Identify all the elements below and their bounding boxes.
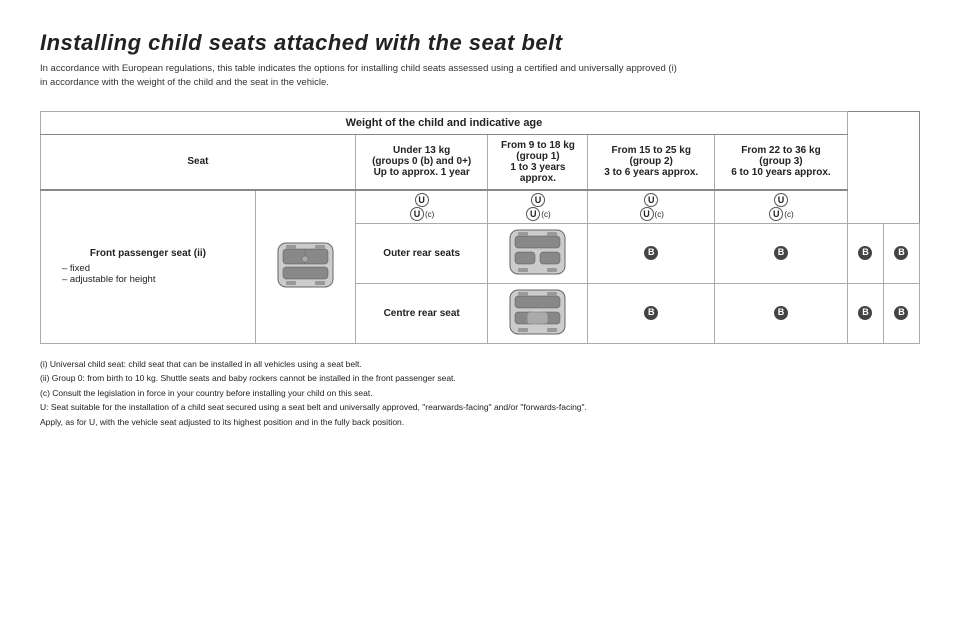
footnote-item: Apply, as for U, with the vehicle seat a… [40, 416, 920, 430]
col-header-4: From 22 to 36 kg (group 3) 6 to 10 years… [714, 134, 847, 190]
data-cell-2-1: B [714, 283, 847, 343]
data-cell-0-0: UU(c) [355, 190, 488, 224]
footnotes-section: (i) Universal child seat: child seat tha… [40, 358, 920, 430]
data-cell-1-1: B [714, 223, 847, 283]
car-image [488, 283, 588, 343]
footnote-item: (c) Consult the legislation in force in … [40, 387, 920, 401]
col-header-2: From 9 to 18 kg (group 1) 1 to 3 years a… [488, 134, 588, 190]
data-cell-2-0: B [588, 283, 715, 343]
footnote-item: (i) Universal child seat: child seat tha… [40, 358, 920, 372]
footnote-item: U: Seat suitable for the installation of… [40, 401, 920, 415]
data-cell-1-2: B [847, 223, 883, 283]
data-cell-2-3: B [883, 283, 919, 343]
car-image [488, 223, 588, 283]
seat-section-label: Front passenger seat (ii) – fixed – adju… [41, 190, 256, 344]
data-cell-1-3: B [883, 223, 919, 283]
child-seats-table: Weight of the child and indicative age S… [40, 111, 920, 344]
data-cell-0-3: UU(c) [714, 190, 847, 224]
subtitle: In accordance with European regulations,… [40, 62, 920, 91]
data-cell-2-2: B [847, 283, 883, 343]
col-header-1: Under 13 kg (groups 0 (b) and 0+) Up to … [355, 134, 488, 190]
table-header-top: Weight of the child and indicative age [41, 111, 848, 134]
col-header-seat: Seat [41, 134, 356, 190]
seat-section-label: Centre rear seat [355, 283, 488, 343]
col-header-3: From 15 to 25 kg (group 2) 3 to 6 years … [588, 134, 715, 190]
data-cell-0-2: UU(c) [588, 190, 715, 224]
footnote-item: (ii) Group 0: from birth to 10 kg. Shutt… [40, 372, 920, 386]
table-row: Front passenger seat (ii) – fixed – adju… [41, 190, 920, 224]
data-cell-0-1: UU(c) [488, 190, 588, 224]
seat-section-label: Outer rear seats [355, 223, 488, 283]
page-title: Installing child seats attached with the… [40, 30, 920, 56]
car-image [255, 190, 355, 344]
data-cell-1-0: B [588, 223, 715, 283]
